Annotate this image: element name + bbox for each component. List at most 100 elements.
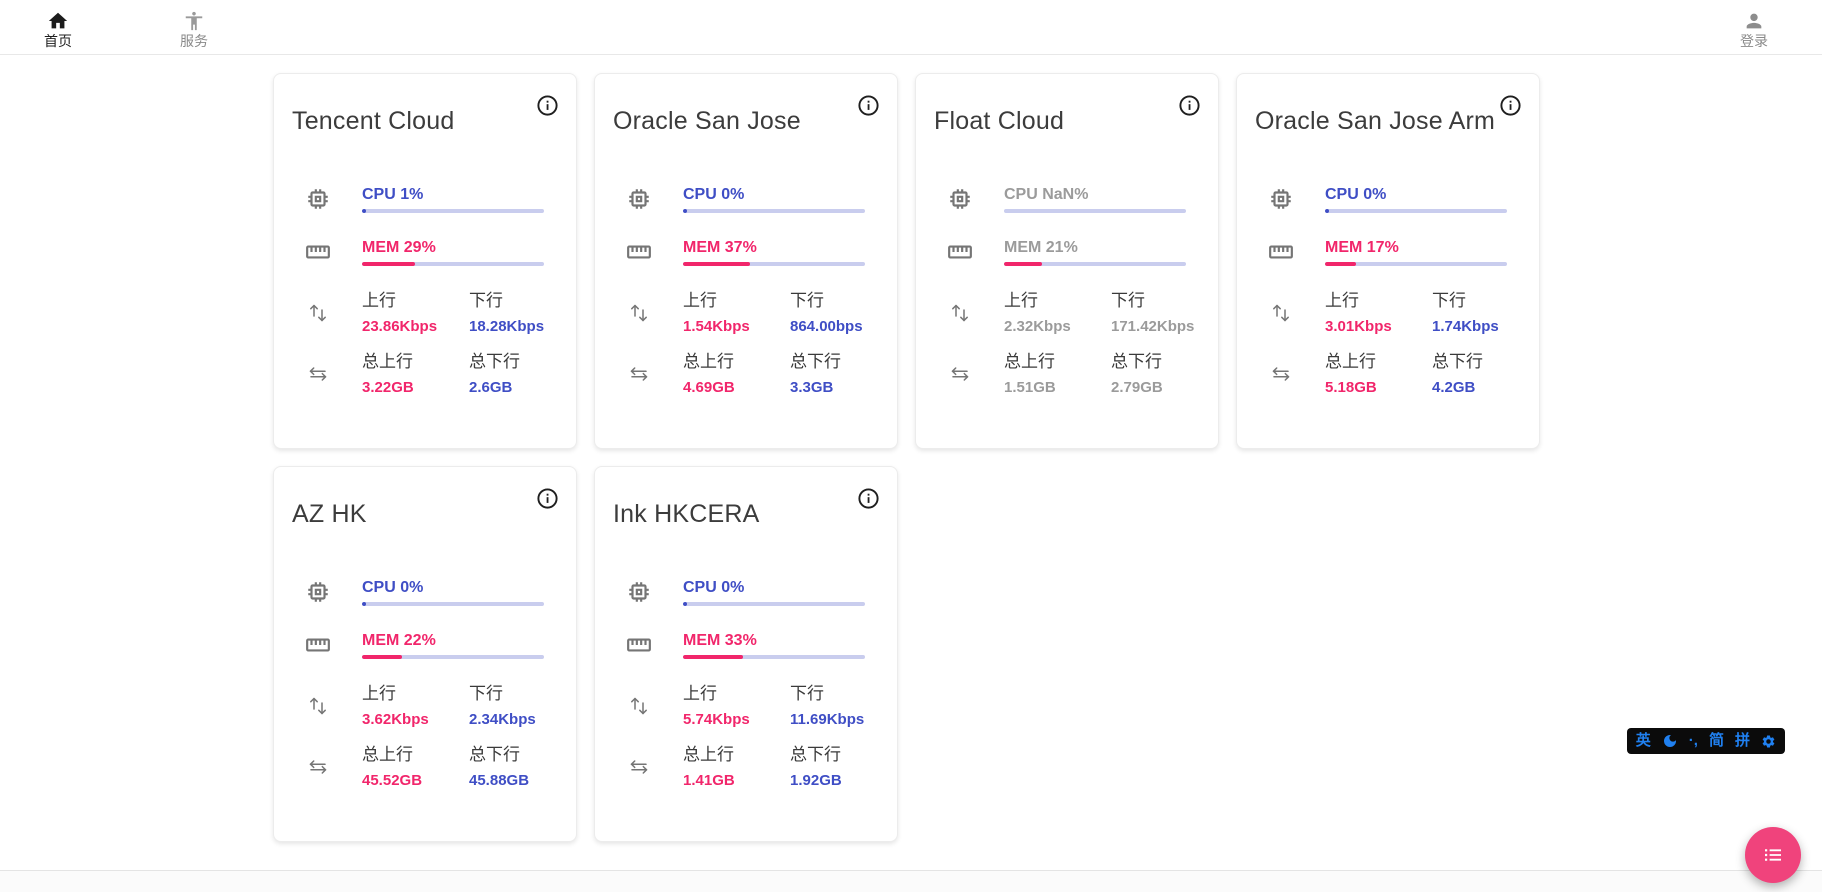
mem-usage-label: MEM 37% — [683, 237, 865, 258]
download-label: 下行 — [1111, 290, 1194, 311]
upload-speed: 1.54Kbps — [683, 317, 790, 336]
swap-vertical-icon — [298, 694, 338, 718]
cpu-progress-fill — [362, 602, 366, 606]
nav-item-login[interactable]: 登录 — [1722, 6, 1786, 49]
info-icon[interactable] — [536, 487, 559, 510]
ime-pinyin-indicator[interactable]: 拼 — [1735, 728, 1750, 754]
total-download-label: 总下行 — [790, 744, 865, 765]
total-download-value: 45.88GB — [469, 771, 544, 790]
info-icon[interactable] — [1499, 94, 1522, 117]
download-speed: 1.74Kbps — [1432, 317, 1507, 336]
upload-label: 上行 — [362, 290, 469, 311]
mem-progress-bar — [683, 262, 865, 266]
swap-horizontal-icon — [298, 362, 338, 386]
ime-simplified-indicator[interactable]: 简 — [1709, 728, 1724, 754]
server-card-grid: Tencent Cloud CPU 1% — [273, 73, 1573, 842]
info-icon[interactable] — [857, 94, 880, 117]
cpu-usage-label: CPU 0% — [1325, 184, 1507, 205]
top-app-bar: 首页 服务 登录 — [0, 0, 1822, 55]
upload-label: 上行 — [683, 290, 790, 311]
cpu-progress-bar — [1325, 209, 1507, 213]
download-speed: 11.69Kbps — [790, 710, 865, 729]
server-name: Ink HKCERA — [595, 467, 897, 529]
total-row: 总上行5.18GB 总下行4.2GB — [1261, 351, 1507, 397]
ime-punctuation-indicator[interactable]: ·, — [1689, 728, 1698, 754]
server-name: Float Cloud — [916, 74, 1218, 136]
upload-speed: 2.32Kbps — [1004, 317, 1111, 336]
total-upload-value: 1.41GB — [683, 771, 790, 790]
mem-row: MEM 22% — [298, 630, 544, 659]
total-row: 总上行1.41GB 总下行1.92GB — [619, 744, 865, 790]
info-icon[interactable] — [857, 487, 880, 510]
cpu-usage-label: CPU 0% — [683, 577, 865, 598]
server-name: Tencent Cloud — [274, 74, 576, 136]
speed-row: 上行 3.62Kbps 下行 2.34Kbps — [298, 683, 544, 729]
mem-progress-fill — [362, 262, 415, 266]
memory-ruler-icon — [940, 239, 980, 265]
nav-item-services[interactable]: 服务 — [162, 6, 226, 49]
swap-vertical-icon — [619, 301, 659, 325]
ime-language-indicator[interactable]: 英 — [1636, 728, 1651, 754]
server-list-fab[interactable] — [1745, 827, 1801, 883]
accessibility-icon — [183, 10, 205, 32]
memory-ruler-icon — [619, 632, 659, 658]
ime-moon-icon[interactable] — [1662, 733, 1678, 749]
mem-progress-fill — [683, 262, 750, 266]
download-label: 下行 — [1432, 290, 1507, 311]
total-upload-label: 总上行 — [1325, 351, 1432, 372]
mem-usage-label: MEM 21% — [1004, 237, 1186, 258]
total-upload-label: 总上行 — [362, 744, 469, 765]
upload-speed: 3.01Kbps — [1325, 317, 1432, 336]
upload-speed: 3.62Kbps — [362, 710, 469, 729]
total-upload-value: 3.22GB — [362, 378, 469, 397]
nav-item-home[interactable]: 首页 — [26, 6, 90, 49]
footer-strip — [0, 870, 1822, 892]
cpu-chip-icon — [1261, 186, 1301, 212]
cpu-progress-fill — [683, 209, 687, 213]
total-download-label: 总下行 — [469, 351, 544, 372]
download-label: 下行 — [790, 683, 865, 704]
cpu-row: CPU NaN% — [940, 184, 1186, 213]
swap-horizontal-icon — [619, 362, 659, 386]
info-icon[interactable] — [536, 94, 559, 117]
speed-row: 上行23.86Kbps 下行18.28Kbps — [298, 290, 544, 336]
server-card: Float Cloud CPU NaN% — [915, 73, 1219, 449]
download-label: 下行 — [469, 683, 544, 704]
cpu-row: CPU 0% — [619, 184, 865, 213]
mem-usage-label: MEM 29% — [362, 237, 544, 258]
cpu-chip-icon — [619, 186, 659, 212]
swap-vertical-icon — [1261, 301, 1301, 325]
swap-vertical-icon — [619, 694, 659, 718]
mem-row: MEM 29% — [298, 237, 544, 266]
total-upload-label: 总上行 — [362, 351, 469, 372]
cpu-usage-label: CPU 0% — [362, 577, 544, 598]
download-label: 下行 — [790, 290, 865, 311]
speed-row: 上行5.74Kbps 下行11.69Kbps — [619, 683, 865, 729]
info-icon[interactable] — [1178, 94, 1201, 117]
server-name: Oracle San Jose — [595, 74, 897, 136]
upload-label: 上行 — [1325, 290, 1432, 311]
cpu-row: CPU 1% — [298, 184, 544, 213]
home-icon — [47, 10, 69, 32]
mem-progress-fill — [683, 655, 743, 659]
cpu-progress-bar — [683, 209, 865, 213]
ime-settings-gear-icon[interactable] — [1761, 734, 1776, 749]
cpu-progress-bar — [1004, 209, 1186, 213]
cpu-progress-fill — [1325, 209, 1329, 213]
mem-progress-bar — [683, 655, 865, 659]
mem-progress-fill — [362, 655, 402, 659]
mem-row: MEM 21% — [940, 237, 1186, 266]
swap-horizontal-icon — [298, 755, 338, 779]
swap-horizontal-icon — [940, 362, 980, 386]
download-speed: 2.34Kbps — [469, 710, 544, 729]
upload-label: 上行 — [362, 683, 469, 704]
total-download-label: 总下行 — [1432, 351, 1507, 372]
server-card: Oracle San Jose CPU 0% — [594, 73, 898, 449]
person-icon — [1743, 10, 1765, 32]
swap-horizontal-icon — [1261, 362, 1301, 386]
total-upload-label: 总上行 — [683, 744, 790, 765]
cpu-chip-icon — [298, 579, 338, 605]
total-upload-value: 5.18GB — [1325, 378, 1432, 397]
total-download-label: 总下行 — [469, 744, 544, 765]
mem-usage-label: MEM 33% — [683, 630, 865, 651]
